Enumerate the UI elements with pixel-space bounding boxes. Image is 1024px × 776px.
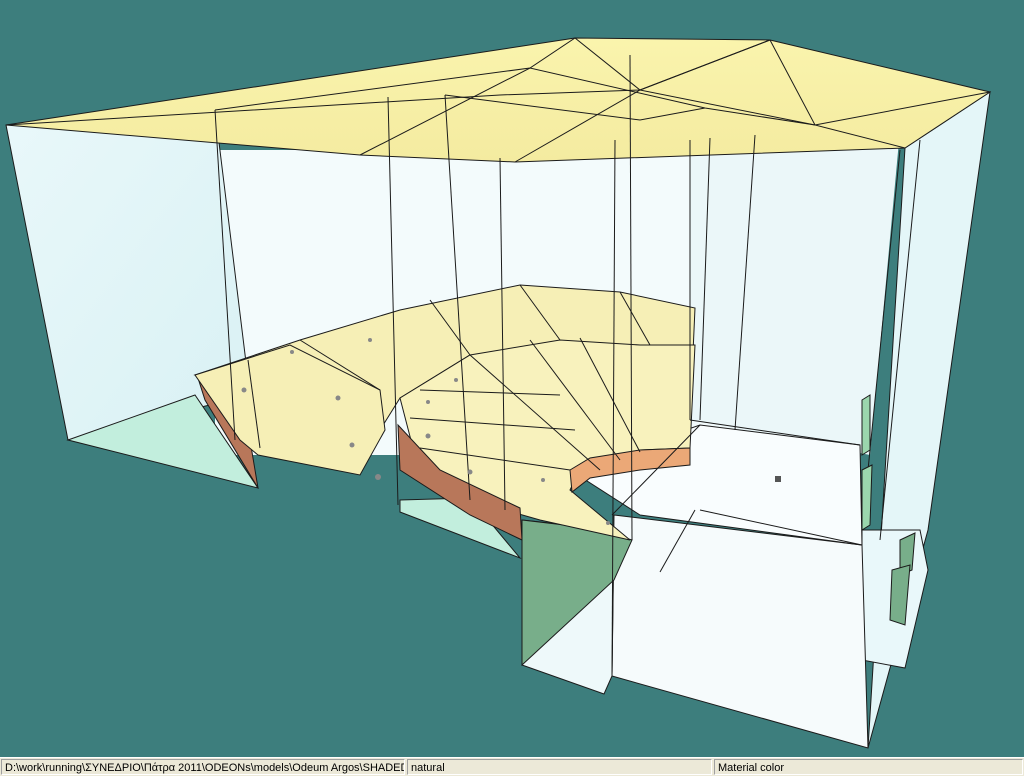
color-mode-field: Material color xyxy=(714,759,1023,775)
status-bar: D:\work\running\ΣΥΝΕΔΡΙΟ\Πάτρα 2011\ODEO… xyxy=(0,757,1024,776)
sound-source-marker xyxy=(775,476,781,482)
3d-model-viewport[interactable] xyxy=(0,0,1024,757)
render-mode-field: natural xyxy=(407,759,712,775)
file-path-field: D:\work\running\ΣΥΝΕΔΡΙΟ\Πάτρα 2011\ODEO… xyxy=(1,759,405,775)
right-green-strip-1 xyxy=(861,394,871,456)
room-model-render[interactable] xyxy=(0,0,1024,757)
stage-front-slab xyxy=(611,514,869,749)
right-green-strip-2 xyxy=(861,464,873,531)
